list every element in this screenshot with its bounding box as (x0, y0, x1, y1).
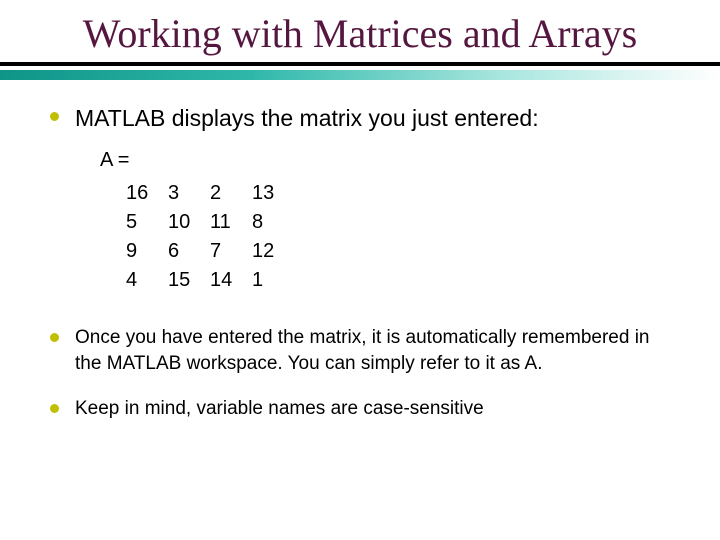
matrix-cell: 8 (252, 208, 294, 237)
bullet-text: Once you have entered the matrix, it is … (75, 325, 670, 376)
bullet-text: Keep in mind, variable names are case-se… (75, 396, 484, 422)
slide: Working with Matrices and Arrays MATLAB … (0, 0, 720, 540)
title-divider (0, 62, 720, 80)
matrix-output: A = 16 3 2 13 5 10 11 8 (100, 146, 670, 295)
matrix-cell: 3 (168, 179, 210, 208)
divider-bar (0, 70, 720, 80)
matrix-cell: 12 (252, 237, 294, 266)
slide-content: MATLAB displays the matrix you just ente… (0, 80, 720, 422)
matrix-grid: 16 3 2 13 5 10 11 8 9 6 7 (126, 179, 670, 295)
matrix-label: A = (100, 146, 670, 175)
matrix-cell: 4 (126, 266, 168, 295)
matrix-cell: 10 (168, 208, 210, 237)
matrix-cell: 11 (210, 208, 252, 237)
bullet-text: MATLAB displays the matrix you just ente… (75, 104, 539, 134)
matrix-cell: 15 (168, 266, 210, 295)
matrix-cell: 16 (126, 179, 168, 208)
table-row: 9 6 7 12 (126, 237, 294, 266)
matrix-cell: 14 (210, 266, 252, 295)
matrix-cell: 9 (126, 237, 168, 266)
slide-title: Working with Matrices and Arrays (0, 0, 720, 62)
matrix-cell: 6 (168, 237, 210, 266)
matrix-cell: 7 (210, 237, 252, 266)
bullet-icon (50, 404, 59, 413)
matrix-cell: 5 (126, 208, 168, 237)
spacer (50, 388, 670, 396)
matrix-cell: 1 (252, 266, 294, 295)
matrix-cell: 2 (210, 179, 252, 208)
bullet-item: Keep in mind, variable names are case-se… (50, 396, 670, 422)
bullet-icon (50, 333, 59, 342)
bullet-icon (50, 112, 59, 121)
bullet-item: Once you have entered the matrix, it is … (50, 325, 670, 376)
divider-line (0, 62, 720, 66)
table-row: 5 10 11 8 (126, 208, 294, 237)
bullet-item: MATLAB displays the matrix you just ente… (50, 104, 670, 134)
matrix-cell: 13 (252, 179, 294, 208)
table-row: 16 3 2 13 (126, 179, 294, 208)
table-row: 4 15 14 1 (126, 266, 294, 295)
